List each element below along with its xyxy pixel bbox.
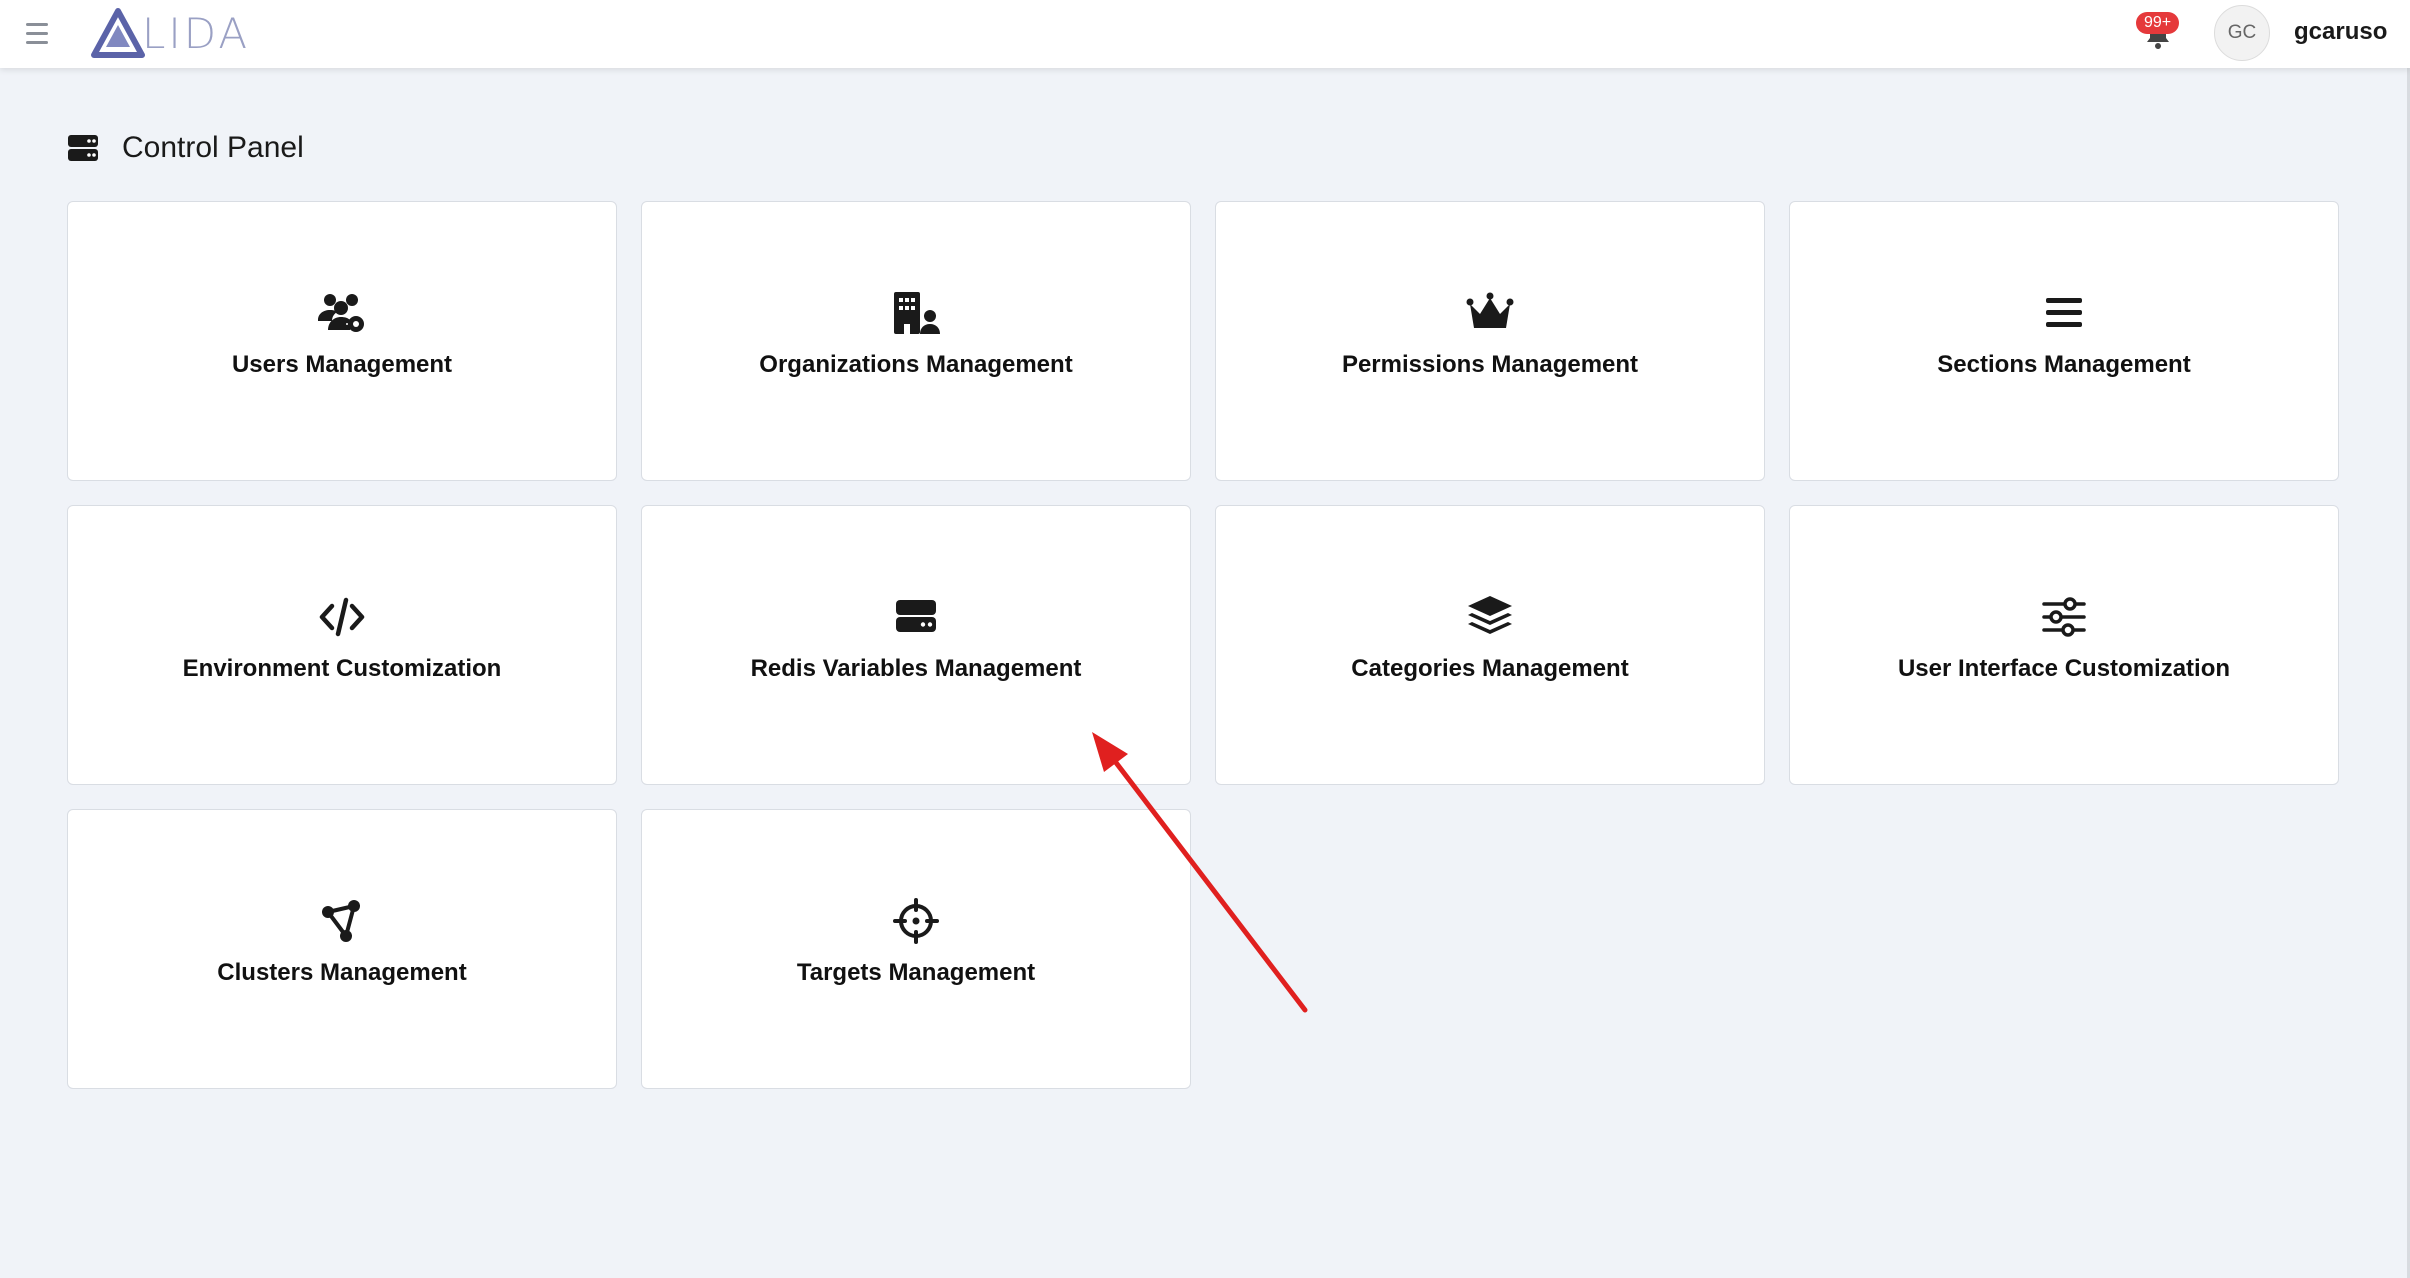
user-avatar[interactable]: GC — [2214, 5, 2270, 61]
page-header: Control Panel — [67, 128, 304, 168]
cluster-nodes-icon — [314, 897, 370, 945]
card-label: Clusters Management — [217, 959, 467, 986]
card-targets-management[interactable]: Targets Management — [641, 809, 1191, 1089]
page-title: Control Panel — [122, 131, 304, 164]
crosshairs-icon — [888, 897, 944, 945]
building-user-icon — [888, 289, 944, 337]
code-icon — [314, 593, 370, 641]
card-redis-variables-management[interactable]: Redis Variables Management — [641, 505, 1191, 785]
top-bar: LIDA 99+ GC gcaruso — [0, 0, 2410, 68]
card-organizations-management[interactable]: Organizations Management — [641, 201, 1191, 481]
control-panel-grid: Users Management Organizations Managemen… — [67, 201, 2339, 1089]
logo-mark-icon — [91, 8, 145, 58]
card-sections-management[interactable]: Sections Management — [1789, 201, 2339, 481]
logo-text: LIDA — [142, 8, 251, 58]
card-label: Organizations Management — [759, 351, 1073, 378]
server-icon — [888, 593, 944, 641]
card-permissions-management[interactable]: Permissions Management — [1215, 201, 1765, 481]
card-categories-management[interactable]: Categories Management — [1215, 505, 1765, 785]
card-label: Targets Management — [796, 959, 1036, 986]
app-logo[interactable]: LIDA — [90, 4, 270, 62]
card-label: Users Management — [231, 351, 453, 378]
card-label: Redis Variables Management — [750, 655, 1082, 682]
notification-badge: 99+ — [2136, 12, 2180, 34]
card-label: Environment Customization — [182, 655, 502, 682]
card-label: Categories Management — [1351, 655, 1629, 682]
card-users-management[interactable]: Users Management — [67, 201, 617, 481]
card-label: Sections Management — [1937, 351, 2191, 378]
card-user-interface-customization[interactable]: User Interface Customization — [1789, 505, 2339, 785]
card-clusters-management[interactable]: Clusters Management — [67, 809, 617, 1089]
bars-icon — [2036, 289, 2092, 337]
server-icon — [68, 135, 98, 161]
crown-icon — [1462, 289, 1518, 337]
sliders-icon — [2036, 593, 2092, 641]
card-label: User Interface Customization — [1897, 655, 2231, 682]
username-label[interactable]: gcaruso — [2294, 18, 2387, 46]
layer-group-icon — [1462, 593, 1518, 641]
users-gear-icon — [314, 289, 370, 337]
card-label: Permissions Management — [1341, 351, 1639, 378]
menu-toggle-icon[interactable] — [22, 18, 52, 48]
card-environment-customization[interactable]: Environment Customization — [67, 505, 617, 785]
